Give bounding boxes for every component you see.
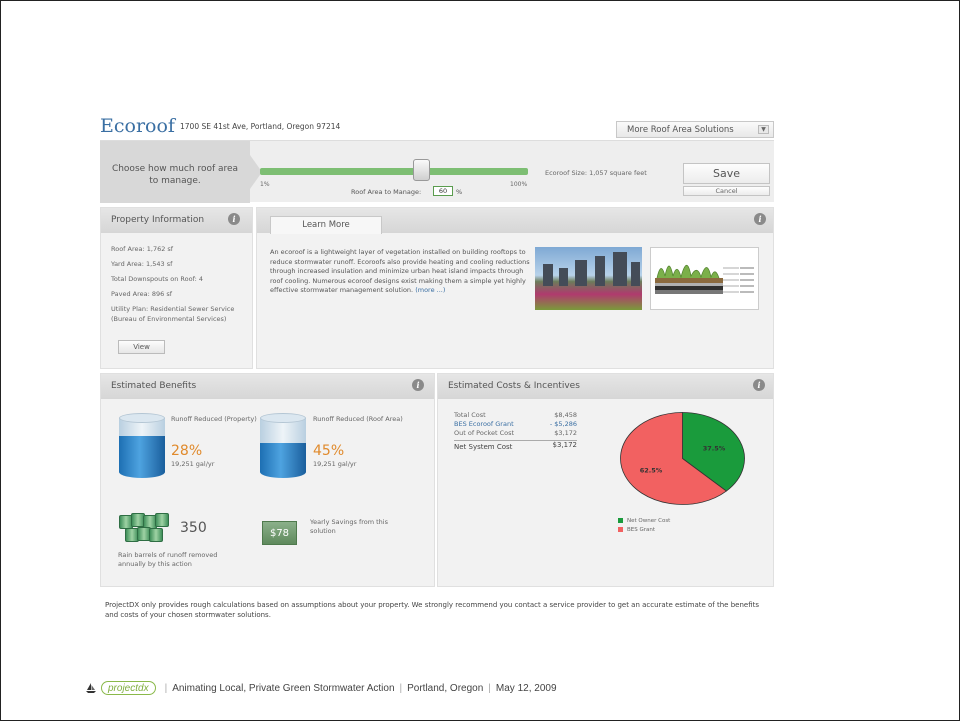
info-icon[interactable]: i	[228, 213, 240, 225]
info-icon[interactable]: i	[753, 379, 765, 391]
rain-barrels-text: Rain barrels of runoff removed annually …	[118, 551, 218, 568]
cost-pie-chart: 37.5% 62.5%	[618, 410, 747, 507]
panel-header: Learn More i	[257, 208, 773, 234]
cancel-button[interactable]: Cancel	[683, 186, 770, 196]
estimated-costs-panel: Estimated Costs & Incentives i Total Cos…	[437, 373, 774, 587]
runoff-roof-percent: 45%	[313, 443, 345, 459]
runoff-roof-gallons: 19,251 gal/yr	[313, 460, 357, 468]
cost-value: $3,172	[554, 429, 577, 437]
footer-separator: |	[488, 682, 491, 694]
runoff-property-percent: 28%	[171, 443, 203, 459]
cost-table: Total Cost $8,458 BES Ecoroof Grant - $5…	[454, 411, 577, 452]
roof-area-slider-track[interactable]	[260, 168, 528, 175]
cost-row-net: Net System Cost $3,172	[454, 440, 577, 452]
property-information-title: Property Information	[111, 215, 205, 225]
cost-row-out-of-pocket: Out of Pocket Cost $3,172	[454, 429, 577, 438]
runoff-roof-cylinder	[260, 413, 306, 482]
yard-area-item: Yard Area: 1,543 sf	[111, 260, 173, 268]
pie-legend: Net Owner Cost BES Grant	[618, 518, 670, 536]
footer-location: Portland, Oregon	[407, 682, 484, 694]
panel-header: Estimated Benefits i	[101, 374, 434, 399]
app-title: Ecoroof	[100, 115, 175, 137]
legend-item-bes: BES Grant	[618, 527, 670, 536]
cost-value: - $5,286	[549, 420, 577, 428]
legend-item-net: Net Owner Cost	[618, 518, 670, 527]
yearly-savings-text: Yearly Savings from this solution	[310, 518, 388, 535]
more-solutions-label: More Roof Area Solutions	[627, 125, 734, 135]
roof-area-control-bar: Choose how much roof area to manage. 1% …	[100, 140, 774, 203]
estimated-benefits-title: Estimated Benefits	[111, 381, 197, 391]
tab-learn-more[interactable]: Learn More	[270, 216, 382, 234]
roof-area-slider-handle[interactable]	[412, 159, 430, 181]
ecoroof-size-text: Ecoroof Size: 1,057 square feet	[545, 169, 647, 177]
bes-grant-link[interactable]: BES Ecoroof Grant	[454, 420, 514, 428]
percent-unit: %	[456, 188, 463, 196]
cost-row-bes-grant[interactable]: BES Ecoroof Grant - $5,286	[454, 420, 577, 429]
footer-separator: |	[164, 682, 168, 694]
choose-area-text: Choose how much roof area to manage.	[111, 164, 239, 186]
rain-barrels-icon	[119, 513, 169, 545]
ecoroof-description-text: An ecoroof is a lightweight layer of veg…	[270, 248, 530, 294]
ecoroof-city-photo	[535, 247, 642, 310]
runoff-property-cylinder	[119, 413, 165, 482]
view-button[interactable]: View	[118, 340, 165, 354]
cost-label: Total Cost	[454, 411, 486, 419]
property-details: Roof Area: 1,762 sf Yard Area: 1,543 sf …	[111, 244, 251, 329]
panel-header: Property Information i	[101, 208, 252, 233]
cost-row-total: Total Cost $8,458	[454, 411, 577, 420]
info-icon[interactable]: i	[754, 213, 766, 225]
legend-label-bes: BES Grant	[627, 527, 656, 533]
runoff-roof-fill	[260, 443, 306, 478]
more-link[interactable]: (more ...)	[415, 286, 445, 294]
ecoroof-description: An ecoroof is a lightweight layer of veg…	[270, 248, 530, 296]
net-cost-label: Net System Cost	[454, 443, 513, 451]
property-address: 1700 SE 41st Ave, Portland, Oregon 97214	[180, 122, 341, 131]
cost-value: $8,458	[554, 411, 577, 419]
runoff-property-label: Runoff Reduced (Property)	[171, 415, 257, 423]
more-roof-solutions-dropdown[interactable]: More Roof Area Solutions ▼	[616, 121, 774, 138]
runoff-property-gallons: 19,251 gal/yr	[171, 460, 215, 468]
roof-area-manage-label: Roof Area to Manage:	[351, 188, 422, 196]
slide: Ecoroof 1700 SE 41st Ave, Portland, Oreg…	[0, 0, 960, 721]
chevron-down-icon: ▼	[758, 125, 769, 134]
ecoroof-layers-diagram	[650, 247, 759, 310]
runoff-property-fill	[119, 436, 165, 478]
boat-logo-icon	[86, 683, 96, 693]
net-cost-value: $3,172	[552, 441, 578, 449]
pie-label-net-owner-cost: 37.5%	[703, 445, 726, 453]
info-icon[interactable]: i	[412, 379, 424, 391]
cost-label: Out of Pocket Cost	[454, 429, 515, 437]
slider-min-label: 1%	[260, 181, 270, 188]
paved-area-item: Paved Area: 896 sf	[111, 290, 173, 298]
rain-barrels-count: 350	[180, 520, 207, 536]
save-button[interactable]: Save	[683, 163, 770, 184]
choose-area-box: Choose how much roof area to manage.	[100, 141, 262, 203]
footer-title: Animating Local, Private Green Stormwate…	[172, 682, 395, 694]
yearly-savings-badge: $78	[262, 521, 297, 545]
property-information-panel: Property Information i Roof Area: 1,762 …	[100, 207, 253, 369]
estimated-costs-title: Estimated Costs & Incentives	[448, 381, 580, 391]
runoff-roof-label: Runoff Reduced (Roof Area)	[313, 415, 403, 423]
disclaimer-text: ProjectDX only provides rough calculatio…	[105, 601, 760, 619]
footer-separator: |	[399, 682, 403, 694]
slider-max-label: 100%	[510, 181, 528, 188]
pie-label-bes-grant: 62.5%	[640, 466, 663, 474]
projectdx-logo: projectdx	[101, 681, 156, 695]
downspouts-item: Total Downspouts on Roof: 4	[111, 275, 204, 283]
panel-header: Estimated Costs & Incentives i	[438, 374, 773, 399]
utility-plan-item: Utility Plan: Residential Sewer Service …	[111, 305, 235, 323]
legend-label-net: Net Owner Cost	[627, 518, 671, 524]
slide-footer: projectdx | Animating Local, Private Gre…	[85, 681, 557, 695]
legend-swatch-bes	[618, 527, 623, 532]
roof-area-item: Roof Area: 1,762 sf	[111, 245, 174, 253]
legend-swatch-net	[618, 518, 623, 523]
roof-area-percent-input[interactable]: 60	[433, 186, 453, 196]
learn-more-panel: Learn More i An ecoroof is a lightweight…	[256, 207, 774, 369]
footer-date: May 12, 2009	[495, 682, 557, 694]
estimated-benefits-panel: Estimated Benefits i Runoff Reduced (Pro…	[100, 373, 435, 587]
